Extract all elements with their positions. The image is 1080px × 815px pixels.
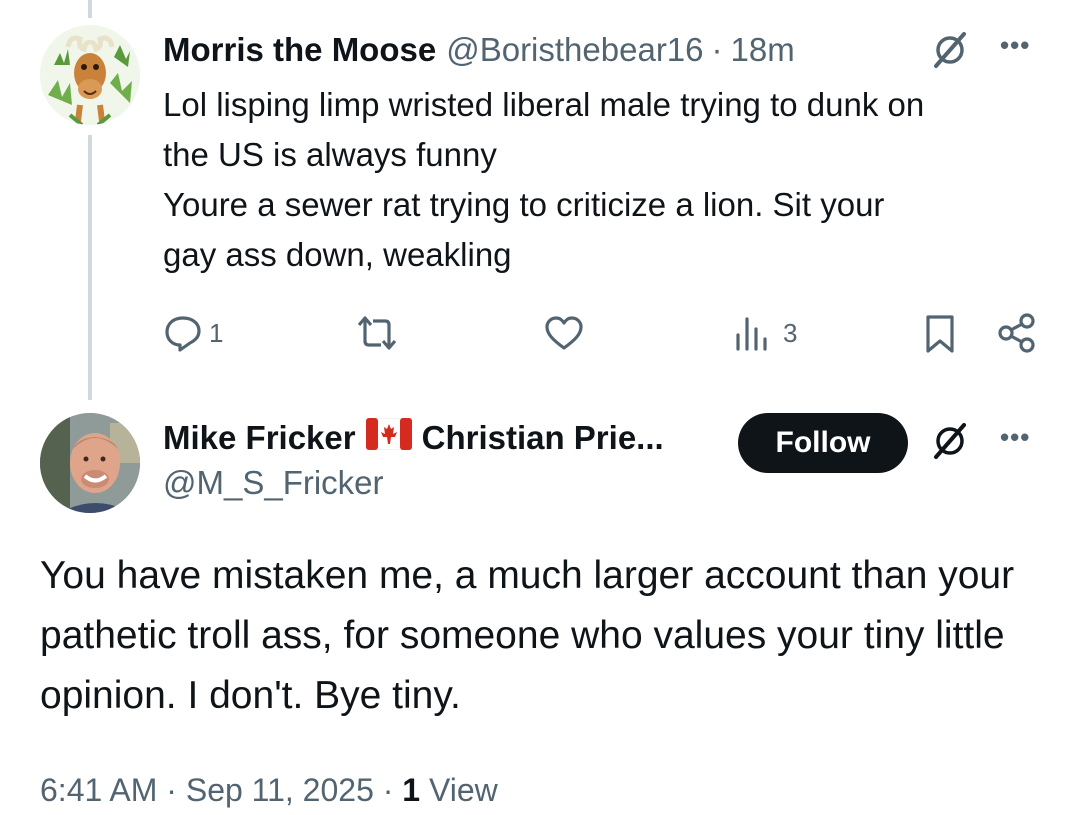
reply-text: Lol lisping limp wristed liberal male tr… [163, 80, 1053, 280]
views-button[interactable]: 3 [733, 313, 797, 353]
thread-connector-top [88, 0, 92, 18]
reply-line: Lol lisping limp wristed liberal male tr… [163, 86, 925, 123]
reply-count: 1 [209, 317, 224, 348]
reply-timestamp[interactable]: 18m [731, 31, 795, 69]
reply-button[interactable]: 1 [163, 313, 223, 353]
avatar-mike-fricker[interactable] [40, 413, 140, 513]
view-label: View [420, 772, 498, 808]
avatar-morris-the-moose[interactable] [40, 25, 140, 125]
like-icon [543, 313, 585, 353]
reply-header: Morris the Moose @Boristhebear16 · 18m [163, 28, 1060, 72]
main-author-name[interactable]: Mike Fricker [163, 419, 356, 457]
view-count: 1 [402, 772, 421, 808]
main-author-handle[interactable]: @M_S_Fricker [163, 464, 384, 502]
main-tweet-text: You have mistaken me, a much larger acco… [40, 554, 1015, 717]
tweet-timestamp[interactable]: 6:41 AM · Sep 11, 2025 · [40, 772, 402, 808]
more-icon[interactable]: ••• [1000, 422, 1030, 453]
views-icon [733, 313, 769, 353]
views-count: 3 [783, 317, 798, 348]
reply-line: Youre a sewer rat trying to criticize a … [163, 186, 885, 223]
retweet-button[interactable] [355, 313, 399, 353]
retweet-icon [355, 313, 399, 353]
share-button[interactable] [995, 311, 1039, 355]
canada-flag-icon [365, 417, 413, 458]
reply-line: gay ass down, weakling [163, 236, 512, 273]
like-button[interactable] [543, 313, 585, 353]
share-icon [995, 311, 1039, 355]
main-author-row: Mike Fricker Christian Prie... [163, 413, 664, 463]
follow-button[interactable]: Follow [738, 413, 908, 473]
reply-author-name[interactable]: Morris the Moose [163, 31, 436, 69]
reply-line: the US is always funny [163, 136, 497, 173]
grok-icon[interactable] [930, 421, 970, 466]
more-icon[interactable]: ••• [1000, 30, 1030, 61]
bookmark-button[interactable] [922, 313, 958, 355]
reply-icon [163, 313, 203, 353]
reply-action-bar: 1 3 [0, 305, 1080, 365]
grok-icon[interactable] [930, 30, 970, 75]
separator-dot: · [711, 31, 723, 68]
main-author-name-suffix[interactable]: Christian Prie... [422, 419, 664, 457]
tweet-meta: 6:41 AM · Sep 11, 2025 · 1 View [40, 772, 498, 809]
tweet-thread: Morris the Moose @Boristhebear16 · 18m •… [0, 0, 1080, 815]
bookmark-icon [922, 313, 958, 355]
reply-author-handle[interactable]: @Boristhebear16 [446, 31, 703, 69]
